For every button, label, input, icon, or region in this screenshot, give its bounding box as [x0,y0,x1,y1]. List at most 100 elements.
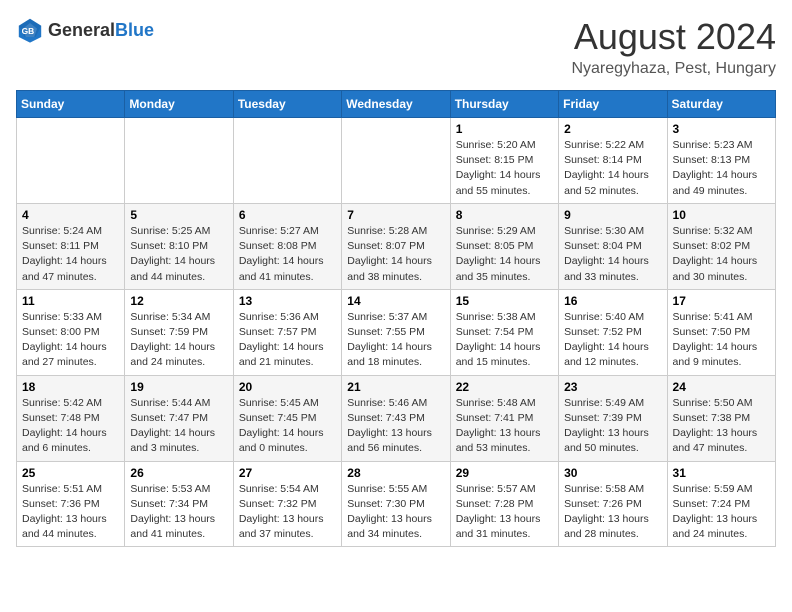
day-number: 27 [239,466,336,480]
calendar-cell: 30 Sunrise: 5:58 AM Sunset: 7:26 PM Dayli… [559,461,667,547]
day-number: 20 [239,380,336,394]
day-number: 7 [347,208,444,222]
day-info: Sunrise: 5:25 AM Sunset: 8:10 PM Dayligh… [130,224,227,285]
day-header-friday: Friday [559,91,667,118]
day-info: Sunrise: 5:46 AM Sunset: 7:43 PM Dayligh… [347,396,444,457]
day-number: 19 [130,380,227,394]
day-info: Sunrise: 5:55 AM Sunset: 7:30 PM Dayligh… [347,482,444,543]
calendar-cell: 27 Sunrise: 5:54 AM Sunset: 7:32 PM Dayli… [233,461,341,547]
day-info: Sunrise: 5:41 AM Sunset: 7:50 PM Dayligh… [673,310,770,371]
calendar-cell: 24 Sunrise: 5:50 AM Sunset: 7:38 PM Dayli… [667,375,775,461]
day-info: Sunrise: 5:57 AM Sunset: 7:28 PM Dayligh… [456,482,553,543]
calendar-cell: 13 Sunrise: 5:36 AM Sunset: 7:57 PM Dayli… [233,289,341,375]
day-info: Sunrise: 5:53 AM Sunset: 7:34 PM Dayligh… [130,482,227,543]
calendar-cell: 6 Sunrise: 5:27 AM Sunset: 8:08 PM Daylig… [233,203,341,289]
page-header: GB GeneralBlue August 2024 Nyaregyhaza, … [16,16,776,78]
calendar-cell: 23Sunrise: 5:49 AM Sunset: 7:39 PM Dayli… [559,375,667,461]
day-number: 30 [564,466,661,480]
day-number: 24 [673,380,770,394]
day-header-tuesday: Tuesday [233,91,341,118]
day-number: 1 [456,122,553,136]
calendar-body: 1 Sunrise: 5:20 AM Sunset: 8:15 PM Daylig… [17,118,776,547]
day-number: 8 [456,208,553,222]
day-info: Sunrise: 5:51 AM Sunset: 7:36 PM Dayligh… [22,482,119,543]
logo-text: GeneralBlue [48,20,154,41]
day-number: 17 [673,294,770,308]
calendar-cell: 29 Sunrise: 5:57 AM Sunset: 7:28 PM Dayli… [450,461,558,547]
day-info: Sunrise: 5:32 AM Sunset: 8:02 PM Dayligh… [673,224,770,285]
calendar-week-2: 4Sunrise: 5:24 AM Sunset: 8:11 PM Daylig… [17,203,776,289]
calendar-cell: 9 Sunrise: 5:30 AM Sunset: 8:04 PM Daylig… [559,203,667,289]
logo-icon: GB [16,16,44,44]
day-info: Sunrise: 5:34 AM Sunset: 7:59 PM Dayligh… [130,310,227,371]
title-block: August 2024 Nyaregyhaza, Pest, Hungary [571,16,776,78]
day-info: Sunrise: 5:33 AM Sunset: 8:00 PM Dayligh… [22,310,119,371]
day-number: 26 [130,466,227,480]
day-number: 15 [456,294,553,308]
location-title: Nyaregyhaza, Pest, Hungary [571,60,776,78]
day-info: Sunrise: 5:58 AM Sunset: 7:26 PM Dayligh… [564,482,661,543]
day-info: Sunrise: 5:29 AM Sunset: 8:05 PM Dayligh… [456,224,553,285]
day-info: Sunrise: 5:22 AM Sunset: 8:14 PM Dayligh… [564,138,661,199]
day-number: 18 [22,380,119,394]
calendar-header-row: SundayMondayTuesdayWednesdayThursdayFrid… [17,91,776,118]
calendar-cell: 5 Sunrise: 5:25 AM Sunset: 8:10 PM Daylig… [125,203,233,289]
day-header-wednesday: Wednesday [342,91,450,118]
calendar-cell: 16Sunrise: 5:40 AM Sunset: 7:52 PM Dayli… [559,289,667,375]
day-info: Sunrise: 5:30 AM Sunset: 8:04 PM Dayligh… [564,224,661,285]
calendar-cell [125,118,233,204]
day-number: 10 [673,208,770,222]
day-number: 25 [22,466,119,480]
calendar-cell: 19 Sunrise: 5:44 AM Sunset: 7:47 PM Dayli… [125,375,233,461]
day-number: 2 [564,122,661,136]
day-info: Sunrise: 5:40 AM Sunset: 7:52 PM Dayligh… [564,310,661,371]
calendar-cell: 11 Sunrise: 5:33 AM Sunset: 8:00 PM Dayli… [17,289,125,375]
calendar-cell: 21 Sunrise: 5:46 AM Sunset: 7:43 PM Dayli… [342,375,450,461]
calendar-cell: 8 Sunrise: 5:29 AM Sunset: 8:05 PM Daylig… [450,203,558,289]
calendar-cell: 18 Sunrise: 5:42 AM Sunset: 7:48 PM Dayli… [17,375,125,461]
logo-blue: Blue [115,20,154,40]
calendar-cell: 4Sunrise: 5:24 AM Sunset: 8:11 PM Daylig… [17,203,125,289]
day-header-monday: Monday [125,91,233,118]
day-number: 11 [22,294,119,308]
logo: GB GeneralBlue [16,16,154,44]
day-number: 9 [564,208,661,222]
day-info: Sunrise: 5:42 AM Sunset: 7:48 PM Dayligh… [22,396,119,457]
day-number: 21 [347,380,444,394]
calendar-cell: 14Sunrise: 5:37 AM Sunset: 7:55 PM Dayli… [342,289,450,375]
calendar-cell: 20Sunrise: 5:45 AM Sunset: 7:45 PM Dayli… [233,375,341,461]
calendar-cell [342,118,450,204]
day-info: Sunrise: 5:36 AM Sunset: 7:57 PM Dayligh… [239,310,336,371]
day-number: 6 [239,208,336,222]
calendar-cell: 7Sunrise: 5:28 AM Sunset: 8:07 PM Daylig… [342,203,450,289]
day-info: Sunrise: 5:20 AM Sunset: 8:15 PM Dayligh… [456,138,553,199]
calendar-cell [17,118,125,204]
calendar-cell: 10 Sunrise: 5:32 AM Sunset: 8:02 PM Dayli… [667,203,775,289]
day-number: 13 [239,294,336,308]
day-info: Sunrise: 5:44 AM Sunset: 7:47 PM Dayligh… [130,396,227,457]
day-header-thursday: Thursday [450,91,558,118]
calendar-week-5: 25 Sunrise: 5:51 AM Sunset: 7:36 PM Dayli… [17,461,776,547]
day-info: Sunrise: 5:38 AM Sunset: 7:54 PM Dayligh… [456,310,553,371]
calendar-cell: 2 Sunrise: 5:22 AM Sunset: 8:14 PM Daylig… [559,118,667,204]
day-number: 4 [22,208,119,222]
day-header-saturday: Saturday [667,91,775,118]
svg-text:GB: GB [22,26,35,36]
calendar-cell: 31Sunrise: 5:59 AM Sunset: 7:24 PM Dayli… [667,461,775,547]
calendar-table: SundayMondayTuesdayWednesdayThursdayFrid… [16,90,776,547]
calendar-week-4: 18 Sunrise: 5:42 AM Sunset: 7:48 PM Dayli… [17,375,776,461]
day-info: Sunrise: 5:50 AM Sunset: 7:38 PM Dayligh… [673,396,770,457]
day-number: 12 [130,294,227,308]
calendar-cell: 17 Sunrise: 5:41 AM Sunset: 7:50 PM Dayli… [667,289,775,375]
day-number: 28 [347,466,444,480]
day-number: 5 [130,208,227,222]
day-info: Sunrise: 5:37 AM Sunset: 7:55 PM Dayligh… [347,310,444,371]
day-number: 29 [456,466,553,480]
day-number: 3 [673,122,770,136]
day-info: Sunrise: 5:54 AM Sunset: 7:32 PM Dayligh… [239,482,336,543]
calendar-cell [233,118,341,204]
day-number: 23 [564,380,661,394]
day-info: Sunrise: 5:48 AM Sunset: 7:41 PM Dayligh… [456,396,553,457]
calendar-cell: 26 Sunrise: 5:53 AM Sunset: 7:34 PM Dayli… [125,461,233,547]
day-info: Sunrise: 5:27 AM Sunset: 8:08 PM Dayligh… [239,224,336,285]
